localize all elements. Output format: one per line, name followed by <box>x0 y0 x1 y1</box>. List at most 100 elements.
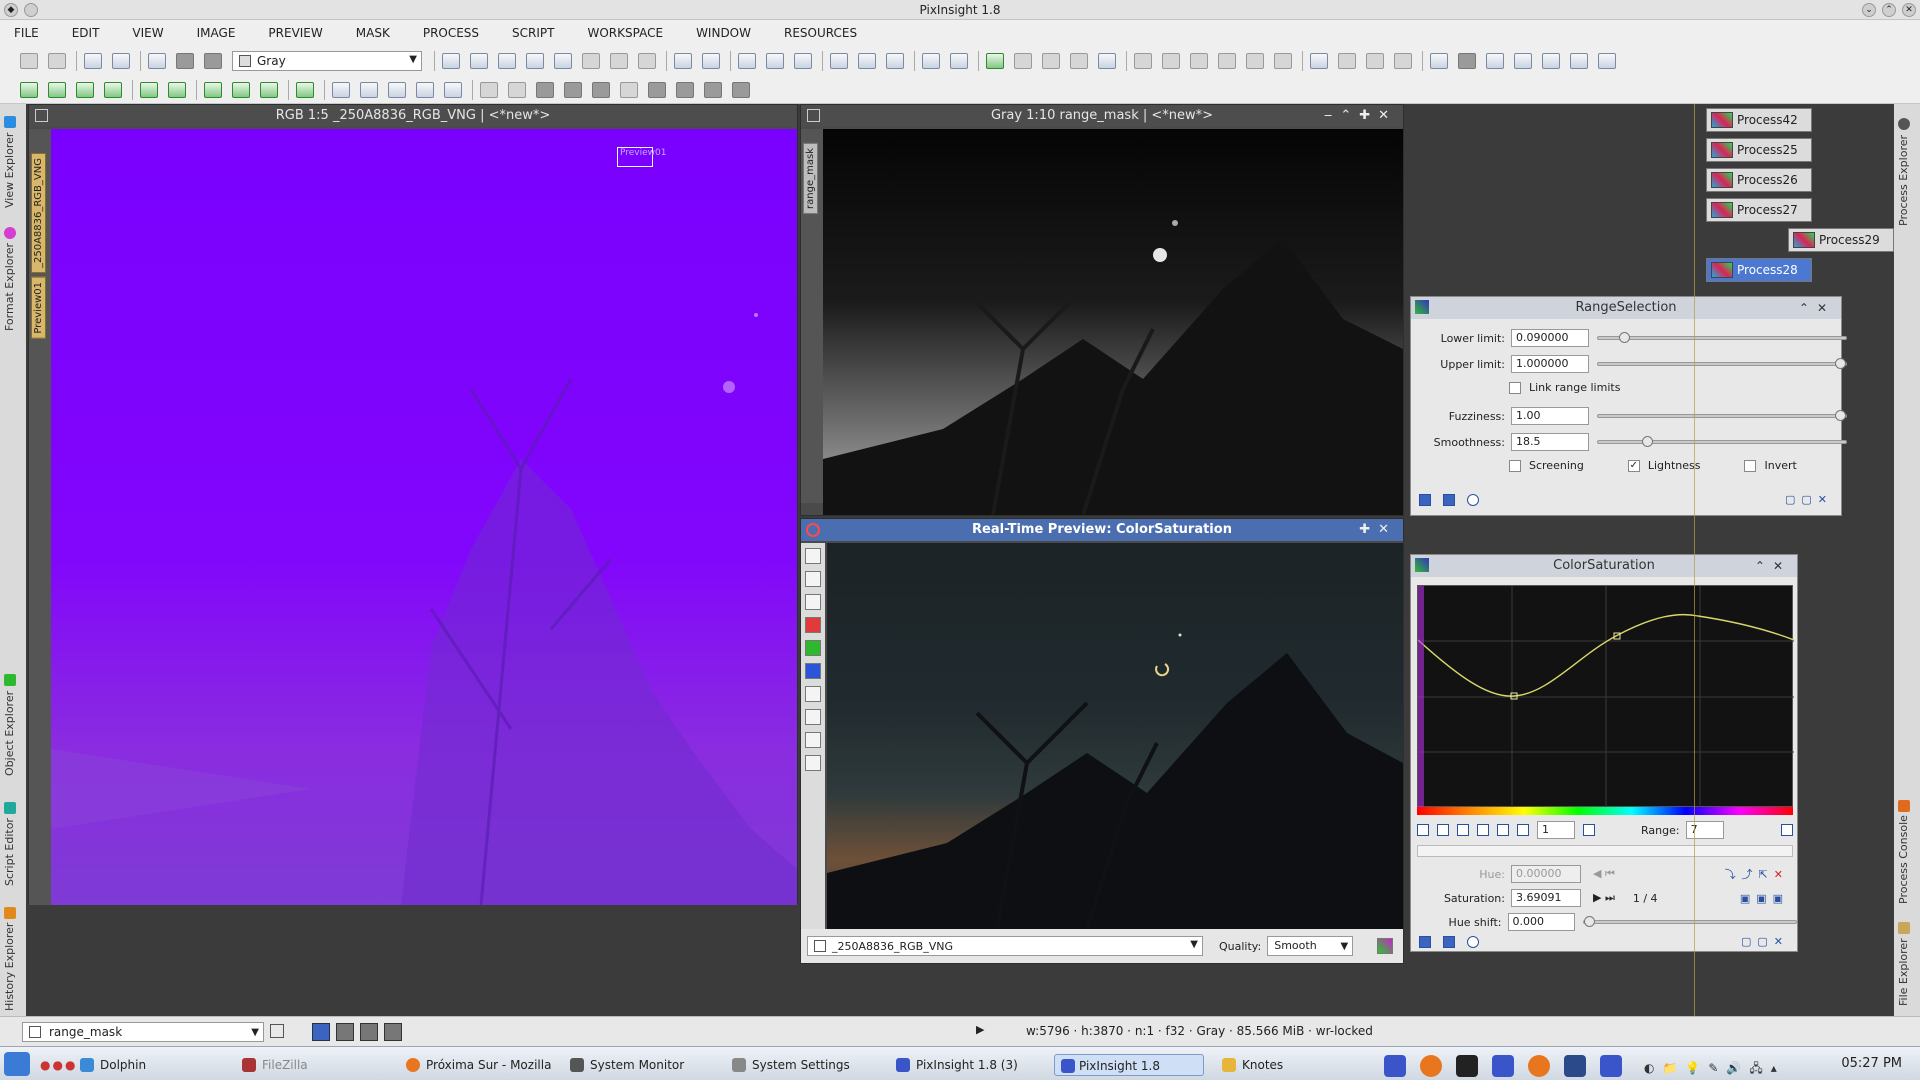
task-filezilla[interactable]: FileZilla <box>242 1054 308 1076</box>
task-pixinsight-active[interactable]: PixInsight 1.8 <box>1054 1054 1204 1076</box>
save-icon[interactable] <box>112 53 130 69</box>
process-icon-item-selected[interactable]: Process28 <box>1706 258 1812 282</box>
process-icon-c[interactable] <box>1070 53 1088 69</box>
upper-limit-slider[interactable] <box>1597 358 1847 369</box>
preview01-tab[interactable]: Preview01 <box>31 277 46 339</box>
new-instance-icon[interactable] <box>1419 493 1431 506</box>
display-icon[interactable] <box>1486 53 1504 69</box>
menu-file[interactable]: FILE <box>14 26 39 40</box>
new-instance-icon[interactable] <box>1419 935 1431 948</box>
invert-checkbox[interactable] <box>1744 459 1757 472</box>
script-icon-a[interactable] <box>1134 53 1152 69</box>
view-green-icon-2[interactable] <box>48 81 66 98</box>
display-mode-1-icon[interactable] <box>312 1023 330 1041</box>
workspace-icon-a[interactable] <box>1310 53 1328 69</box>
menu-edit[interactable]: EDIT <box>72 26 100 40</box>
display-red-icon[interactable] <box>1514 53 1532 69</box>
mask-icon-4[interactable] <box>564 81 582 98</box>
undo-icon[interactable] <box>20 53 38 69</box>
quality-select[interactable]: Smooth ▼ <box>1267 936 1354 956</box>
pixinsight-launcher3-icon[interactable] <box>1600 1055 1622 1077</box>
active-view-select[interactable]: range_mask ▼ <box>22 1022 264 1042</box>
select-point-icon[interactable] <box>1437 824 1449 836</box>
curve-action-icons[interactable]: ⤵⤴⇱✕ <box>1725 866 1789 882</box>
rotate-180-icon[interactable] <box>388 81 406 98</box>
rgb-channel-icon[interactable] <box>805 686 821 702</box>
window-buttons[interactable]: ‒⌃✚✕ <box>1324 105 1397 127</box>
gray-image-canvas[interactable] <box>823 129 1403 515</box>
fit-window-icon[interactable] <box>858 53 876 69</box>
file-explorer-tab[interactable]: File Explorer <box>1897 914 1917 1014</box>
app-menu-icon[interactable]: ◆ <box>4 3 18 17</box>
range-stepper[interactable]: 7 <box>1685 821 1724 839</box>
overlay-icon[interactable] <box>805 594 821 610</box>
maximize-icon[interactable]: ⌃ <box>1882 3 1896 17</box>
panel-buttons[interactable]: ⌃✕ <box>1799 297 1835 319</box>
system-tray[interactable]: ◐📁💡✎🔊🖧▴ <box>1644 1059 1785 1080</box>
lightness-checkbox[interactable]: ✓ <box>1627 459 1640 472</box>
task-system-settings[interactable]: System Settings <box>732 1054 850 1076</box>
view-explorer-tab[interactable]: View Explorer <box>3 112 23 212</box>
camera-icon[interactable] <box>805 732 821 748</box>
task-system-monitor[interactable]: System Monitor <box>570 1054 684 1076</box>
hue-shift-slider[interactable] <box>1583 916 1797 927</box>
task-pixinsight-group[interactable]: PixInsight 1.8 (3) <box>896 1054 1018 1076</box>
process-explorer-tab[interactable]: Process Explorer <box>1897 112 1917 232</box>
task-firefox[interactable]: Próxima Sur - Mozilla <box>406 1054 551 1076</box>
view-green-icon-1[interactable] <box>20 81 38 98</box>
zoom-optimal-icon[interactable] <box>794 53 812 69</box>
geometry-icon-4[interactable] <box>296 81 314 98</box>
window-menu-icon[interactable] <box>35 109 48 122</box>
hue-shift-input[interactable]: 0.000 <box>1507 913 1576 931</box>
new-process-icon[interactable] <box>986 53 1004 69</box>
minimize-icon[interactable]: ⌄ <box>1862 3 1876 17</box>
flip-vertical-icon[interactable] <box>444 81 462 98</box>
mask-icon-10[interactable] <box>732 81 750 98</box>
dynamic-operation-icon[interactable] <box>610 53 628 69</box>
display-red2-icon[interactable] <box>1542 53 1560 69</box>
menu-workspace[interactable]: WORKSPACE <box>588 26 664 40</box>
fuzziness-knob[interactable] <box>1835 410 1846 421</box>
screen-orange-icon[interactable] <box>1598 53 1616 69</box>
window-buttons[interactable]: ✚✕ <box>1359 519 1397 541</box>
pan-icon[interactable] <box>1517 824 1529 836</box>
mask-icon-3[interactable] <box>536 81 554 98</box>
menu-mask[interactable]: MASK <box>356 26 390 40</box>
cascade-icon[interactable] <box>950 53 968 69</box>
mask-invert-icon[interactable] <box>176 53 194 69</box>
panel-footer-icons[interactable]: ▢▢✕ <box>1785 493 1833 506</box>
grid-icon[interactable] <box>1781 824 1793 836</box>
lower-limit-input[interactable]: 0.090000 <box>1511 329 1589 347</box>
zoom-fit-icon[interactable] <box>766 53 784 69</box>
apply-icon[interactable] <box>1443 935 1455 948</box>
pixinsight-launcher2-icon[interactable] <box>1492 1055 1514 1077</box>
window-circle-icon[interactable] <box>24 3 38 17</box>
smoothness-knob[interactable] <box>1641 436 1653 447</box>
mask-icon-5[interactable] <box>592 81 610 98</box>
lower-limit-slider[interactable] <box>1597 332 1847 343</box>
view-green-icon-5[interactable] <box>140 81 158 98</box>
view-selector[interactable]: _250A8836_RGB_VNG ▼ <box>807 936 1203 956</box>
stf-preview-icon[interactable] <box>1377 938 1394 954</box>
menu-image[interactable]: IMAGE <box>197 26 236 40</box>
range-selection-title-bar[interactable]: RangeSelection ⌃✕ <box>1411 297 1841 319</box>
menu-preview[interactable]: PREVIEW <box>268 26 322 40</box>
panel-footer-icons[interactable]: ▢▢✕ <box>1741 935 1789 948</box>
next-point-icon[interactable]: ▶ ⏭ <box>1593 891 1615 905</box>
fuzziness-input[interactable]: 1.00 <box>1511 407 1589 425</box>
terminal-icon[interactable] <box>1456 1055 1478 1077</box>
fuzziness-slider[interactable] <box>1597 410 1847 421</box>
zoom-1-1-icon[interactable] <box>738 53 756 69</box>
zoom-mode-icon[interactable] <box>470 53 488 69</box>
realtime-preview-icon[interactable] <box>1467 935 1479 948</box>
apply-icon[interactable] <box>1443 493 1455 506</box>
menu-view[interactable]: VIEW <box>132 26 163 40</box>
hue-input[interactable]: 0.00000 <box>1511 865 1581 883</box>
full-screen-icon[interactable] <box>886 53 904 69</box>
mask-enable-icon[interactable] <box>204 53 222 69</box>
mask-icon-8[interactable] <box>676 81 694 98</box>
fit-view-icon[interactable] <box>830 53 848 69</box>
process-icon-item[interactable]: Process25 <box>1706 138 1812 162</box>
mask-icon-1[interactable] <box>480 81 498 98</box>
upper-limit-knob[interactable] <box>1835 358 1846 369</box>
